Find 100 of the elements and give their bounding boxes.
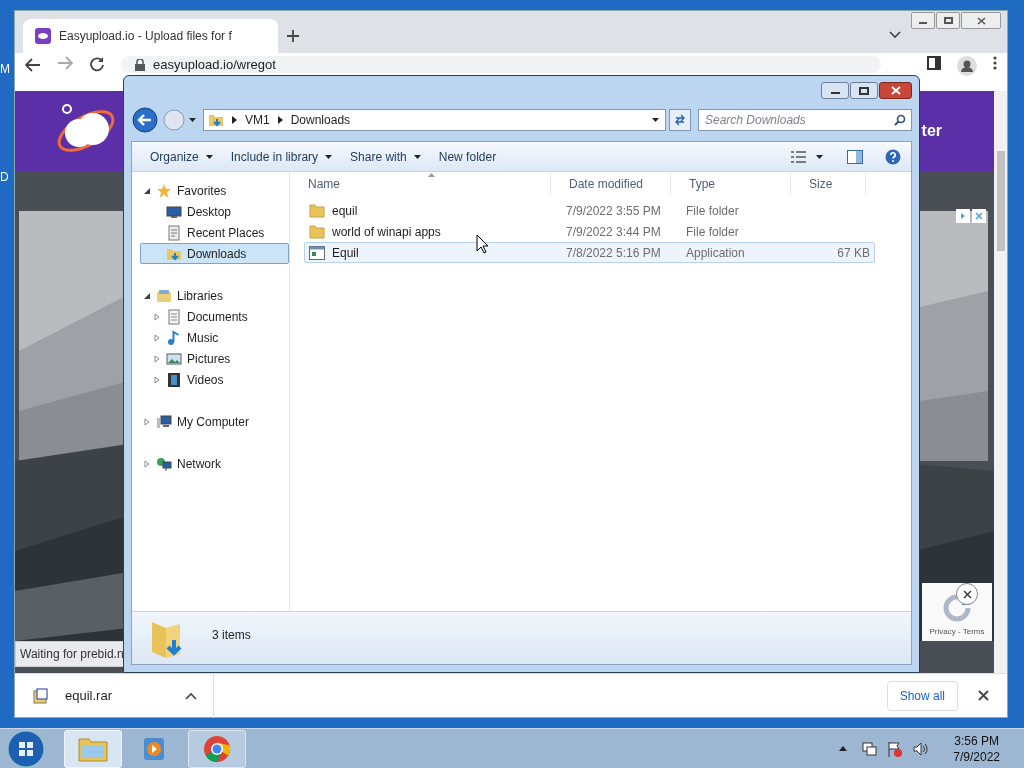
scrollbar[interactable]: [994, 91, 1007, 673]
flag-icon[interactable]: [887, 740, 904, 757]
chevron-up-icon[interactable]: [185, 691, 197, 700]
column-header[interactable]: Size: [791, 172, 866, 196]
chrome-icon: [203, 734, 231, 763]
nav-item[interactable]: My Computer: [132, 411, 289, 432]
nav-item[interactable]: Network: [132, 453, 289, 474]
nav-item[interactable]: Documents: [140, 306, 289, 327]
file-date: 7/8/2022 5:16 PM: [566, 244, 662, 262]
sort-arrow-icon: [428, 173, 435, 177]
file-type: Application: [686, 244, 746, 262]
folder-icon: [309, 224, 325, 239]
dropdown-arrow-icon: [189, 118, 196, 122]
preview-pane-icon[interactable]: [847, 149, 863, 164]
dropdown-arrow-icon: [205, 154, 213, 159]
network-icon[interactable]: [861, 740, 878, 757]
archive-file-icon: [33, 687, 49, 704]
star-icon: [156, 182, 172, 199]
show-hidden-icons-icon[interactable]: [839, 746, 848, 751]
search-field[interactable]: Search Downloads: [698, 109, 912, 131]
toolbar-button[interactable]: Organize: [142, 144, 221, 169]
expand-arrow-icon[interactable]: [153, 312, 161, 321]
browser-tab[interactable]: Easyupload.io - Upload files for f: [23, 19, 278, 53]
expand-arrow-icon[interactable]: [143, 417, 151, 426]
nav-item[interactable]: Downloads: [140, 243, 289, 264]
expand-arrow-icon[interactable]: [153, 354, 161, 363]
column-header[interactable]: Date modified: [551, 172, 671, 196]
nav-item[interactable]: Videos: [140, 369, 289, 390]
file-date: 7/9/2022 3:44 PM: [566, 223, 662, 241]
register-link[interactable]: ter: [921, 119, 942, 143]
maximize-button[interactable]: [850, 82, 878, 99]
toolbar-button[interactable]: New folder: [430, 144, 505, 169]
monitor-icon: [166, 203, 182, 220]
address-bar[interactable]: easyupload.io/wregot: [121, 56, 881, 73]
close-button[interactable]: [879, 82, 912, 99]
dropdown-arrow-icon: [325, 154, 333, 159]
nav-item[interactable]: Desktop: [140, 201, 289, 222]
picture-icon: [166, 350, 182, 367]
back-button-icon[interactable]: [131, 106, 159, 134]
breadcrumb-arrow-icon[interactable]: [232, 116, 237, 124]
expand-arrow-icon[interactable]: [153, 375, 161, 384]
collapse-arrow-icon[interactable]: [143, 291, 151, 300]
breadcrumb-arrow-icon[interactable]: [277, 116, 283, 124]
plus-icon: [286, 29, 300, 43]
help-icon[interactable]: [885, 148, 901, 165]
start-button-icon[interactable]: [4, 728, 48, 768]
address-bar[interactable]: VM1 Downloads: [203, 109, 666, 131]
nav-item[interactable]: Recent Places: [140, 222, 289, 243]
show-all-button[interactable]: Show all: [886, 680, 958, 711]
sidebar-icon[interactable]: [927, 56, 941, 70]
chevron-down-icon[interactable]: [889, 31, 901, 39]
expand-arrow-icon[interactable]: [153, 333, 161, 342]
back-arrow-icon[interactable]: [25, 58, 41, 72]
clock-date[interactable]: 7/9/2022: [953, 748, 1000, 765]
file-row[interactable]: world of winapi apps 7/9/2022 3:44 PM File folder: [304, 221, 875, 242]
network-icon: [156, 455, 172, 472]
maximize-button[interactable]: [936, 12, 960, 29]
desktop-icon-label[interactable]: M: [0, 60, 10, 78]
toolbar-button[interactable]: Share with: [342, 144, 429, 169]
nav-item[interactable]: Favorites: [132, 180, 289, 201]
toolbar-button[interactable]: Include in library: [222, 144, 341, 169]
speaker-icon[interactable]: [913, 740, 930, 757]
column-header[interactable]: Type: [671, 172, 791, 196]
file-name[interactable]: equil: [332, 201, 358, 220]
more-menu-icon[interactable]: [993, 56, 997, 70]
close-icon[interactable]: [978, 690, 989, 701]
breadcrumb-item[interactable]: Downloads: [290, 111, 351, 129]
nav-item[interactable]: Music: [140, 327, 289, 348]
expand-arrow-icon[interactable]: [143, 459, 151, 468]
ad-close-icon[interactable]: [972, 209, 986, 223]
refresh-button[interactable]: [669, 109, 691, 131]
clock-time[interactable]: 3:56 PM: [954, 732, 999, 749]
ad-info-icon[interactable]: [956, 209, 970, 223]
collapse-arrow-icon[interactable]: [143, 186, 151, 195]
file-row[interactable]: Equil 7/8/2022 5:16 PM Application 67 KB: [304, 242, 875, 263]
breadcrumb-item[interactable]: VM1: [245, 111, 270, 129]
folder-icon: [309, 203, 325, 218]
music-note-icon: [166, 329, 182, 346]
minimize-button[interactable]: [821, 82, 849, 99]
profile-icon[interactable]: [957, 56, 977, 76]
dropdown-arrow-icon: [413, 154, 421, 159]
file-name[interactable]: Equil: [332, 243, 359, 262]
file-row[interactable]: equil 7/9/2022 3:55 PM File folder: [304, 200, 875, 221]
close-icon: [976, 16, 986, 25]
file-name[interactable]: world of winapi apps: [332, 222, 441, 241]
refresh-icon: [674, 114, 686, 126]
mouse-pointer-icon: [476, 234, 489, 254]
close-button[interactable]: [961, 12, 1001, 29]
item-count: 3 items: [212, 627, 251, 644]
download-filename[interactable]: equil.rar: [65, 685, 185, 706]
dropdown-arrow-icon: [816, 154, 823, 159]
nav-item[interactable]: Pictures: [140, 348, 289, 369]
view-options-icon[interactable]: [791, 150, 806, 163]
reload-icon[interactable]: [89, 56, 105, 72]
minimize-button[interactable]: [911, 12, 935, 29]
taskbar-button[interactable]: [188, 729, 246, 768]
column-header[interactable]: Name: [290, 172, 551, 196]
desktop-icon-label[interactable]: D: [0, 168, 10, 186]
dropdown-arrow-icon: [652, 118, 659, 122]
nav-item[interactable]: Libraries: [132, 285, 289, 306]
